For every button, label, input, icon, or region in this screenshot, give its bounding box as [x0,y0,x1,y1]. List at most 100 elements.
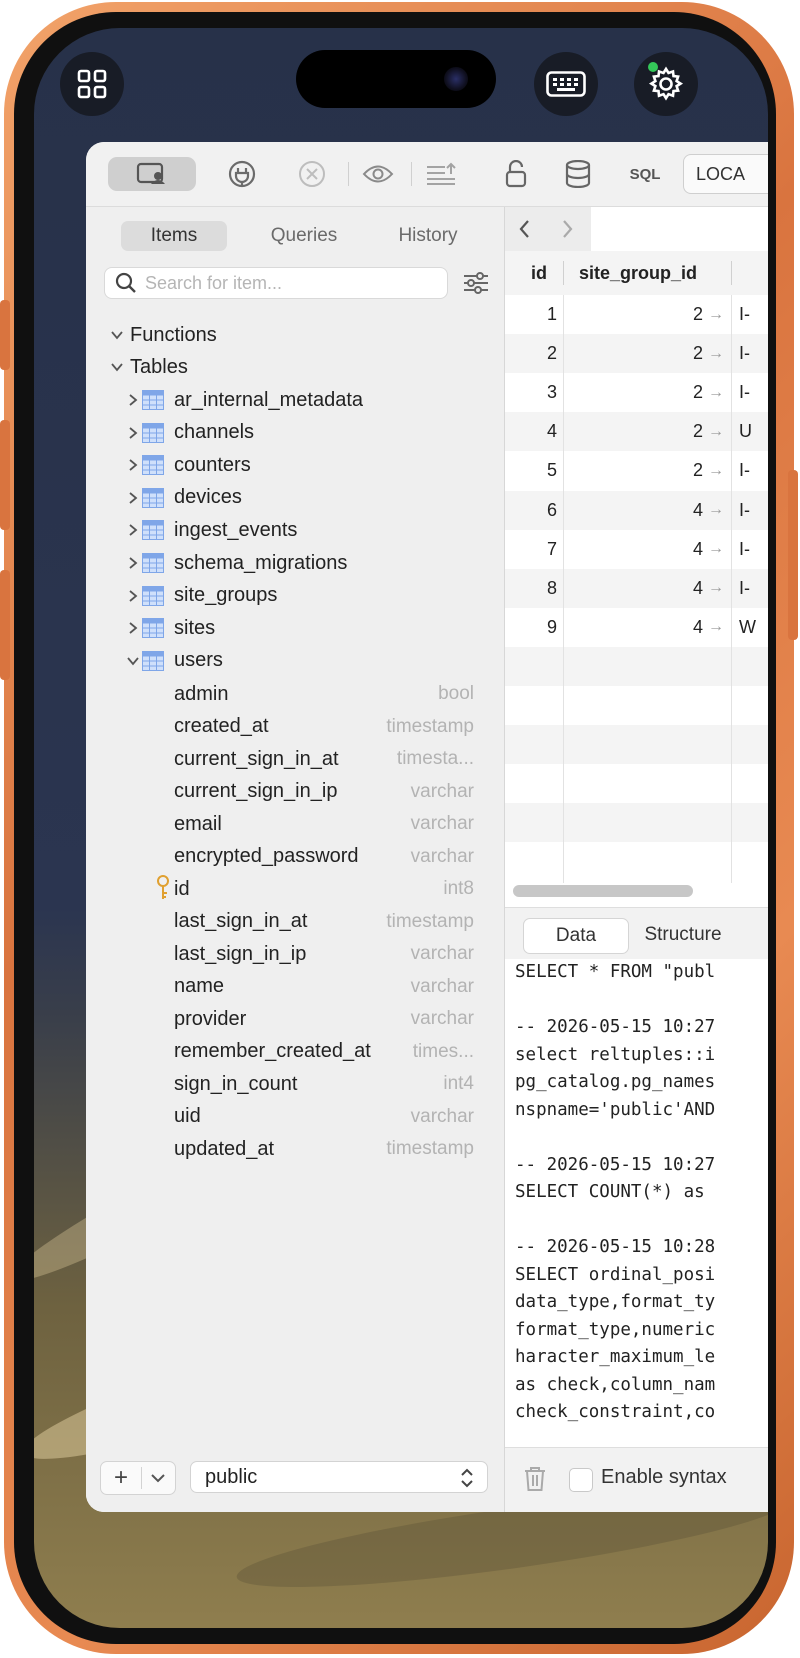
connection-label[interactable]: LOCA [683,154,768,194]
chevron-right-icon[interactable] [126,458,140,472]
schema-select[interactable]: public [190,1461,488,1493]
table-row[interactable] [505,803,768,843]
table-row[interactable]: 6 4 → I- [505,490,768,530]
foreign-key-arrow-icon[interactable]: → [708,334,724,373]
table-row[interactable]: 4 2 → U [505,412,768,452]
chevron-right-icon[interactable] [126,491,140,505]
table-item[interactable]: users [86,645,504,677]
table-item[interactable]: sites [86,612,504,644]
tree-section-functions[interactable]: Functions [86,319,504,351]
connection-toggle-button[interactable] [108,157,196,191]
chevron-right-icon[interactable] [126,426,140,440]
preview-button[interactable] [358,154,398,194]
column-item[interactable]: email varchar [86,808,504,840]
foreign-key-arrow-icon[interactable]: → [708,530,724,569]
syntax-checkbox[interactable] [569,1468,593,1492]
chevron-right-icon[interactable] [126,393,140,407]
foreign-key-arrow-icon[interactable]: → [708,569,724,608]
column-item[interactable]: remember_created_at times... [86,1036,504,1068]
table-row[interactable] [505,725,768,765]
table-name: ar_internal_metadata [174,388,364,411]
keyboard-button[interactable] [534,52,598,116]
table-row[interactable]: 1 2 → I- [505,295,768,335]
column-item[interactable]: current_sign_in_ip varchar [86,776,504,808]
commit-button[interactable] [422,154,460,194]
column-item[interactable]: encrypted_password varchar [86,841,504,873]
column-item[interactable]: admin bool [86,678,504,710]
table-row[interactable] [505,686,768,726]
table-item[interactable]: counters [86,449,504,481]
tab-history[interactable]: History [366,221,490,251]
database-button[interactable] [562,154,594,194]
plug-button[interactable] [224,154,260,194]
search-input[interactable] [143,271,427,295]
grid-icon [77,69,107,99]
table-row[interactable] [505,764,768,804]
chevron-right-icon[interactable] [126,523,140,537]
column-item[interactable]: last_sign_in_ip varchar [86,938,504,970]
tab-queries[interactable]: Queries [242,221,366,251]
back-chevron-icon[interactable] [515,217,535,241]
table-item[interactable]: schema_migrations [86,547,504,579]
column-type: bool [438,683,474,705]
foreign-key-arrow-icon[interactable]: → [708,491,724,530]
add-item-button[interactable]: + [100,1461,176,1495]
horizontal-scrollbar[interactable] [513,885,693,897]
settings-button[interactable] [634,52,698,116]
table-row[interactable]: 8 4 → I- [505,568,768,608]
chevron-right-icon[interactable] [126,621,140,635]
column-item[interactable]: provider varchar [86,1003,504,1035]
chevron-right-icon[interactable] [126,556,140,570]
column-header-id[interactable]: id [531,253,547,293]
foreign-key-arrow-icon[interactable]: → [708,451,724,490]
column-item[interactable]: id int8 [86,873,504,905]
column-name: encrypted_password [174,845,359,868]
tab-structure[interactable]: Structure [631,918,735,952]
foreign-key-arrow-icon[interactable]: → [708,295,724,334]
lock-button[interactable] [500,154,532,194]
column-item[interactable]: sign_in_count int4 [86,1068,504,1100]
stop-button[interactable] [294,154,330,194]
table-item[interactable]: devices [86,482,504,514]
column-item[interactable]: created_at timestamp [86,711,504,743]
chevron-down-icon[interactable] [126,654,140,668]
foreign-key-arrow-icon[interactable]: → [708,608,724,647]
table-item[interactable]: ar_internal_metadata [86,384,504,416]
column-header-site-group-id[interactable]: site_group_id [579,253,697,293]
table-row[interactable] [505,646,768,686]
column-item[interactable]: uid varchar [86,1101,504,1133]
forward-chevron-icon[interactable] [557,217,577,241]
table-item[interactable]: site_groups [86,580,504,612]
table-item[interactable]: ingest_events [86,514,504,546]
table-row[interactable]: 9 4 → W [505,607,768,647]
column-item[interactable]: current_sign_in_at timesta... [86,743,504,775]
chevron-right-icon[interactable] [126,589,140,603]
table-row[interactable]: 7 4 → I- [505,529,768,569]
table-name: sites [174,616,216,639]
foreign-key-arrow-icon[interactable]: → [708,373,724,412]
tab-items[interactable]: Items [121,221,227,251]
table-row[interactable]: 5 2 → I- [505,451,768,491]
cell-next-column: U [739,421,752,442]
filter-button[interactable] [460,269,492,297]
trash-icon[interactable] [523,1466,547,1492]
query-log[interactable]: SELECT * FROM "publ -- 2026-05-15 10:27 se… [505,959,768,1429]
close-circle-icon [299,161,325,187]
cell-next-column: I- [739,538,750,559]
tab-data[interactable]: Data [523,918,629,954]
column-item[interactable]: updated_at timestamp [86,1133,504,1165]
column-type: varchar [410,780,474,802]
column-name: id [174,877,190,900]
table-row[interactable]: 3 2 → I- [505,373,768,413]
column-item[interactable]: last_sign_in_at timestamp [86,906,504,938]
app-grid-button[interactable] [60,52,124,116]
foreign-key-arrow-icon[interactable]: → [708,412,724,451]
sql-button[interactable]: SQL [622,154,668,194]
cell-id: 6 [546,499,557,520]
column-item[interactable]: name varchar [86,971,504,1003]
chevron-updown-icon [461,1468,473,1488]
tree-section-tables[interactable]: Tables [86,351,504,383]
table-item[interactable]: channels [86,417,504,449]
grid-line [563,295,564,883]
table-row[interactable]: 2 2 → I- [505,334,768,374]
